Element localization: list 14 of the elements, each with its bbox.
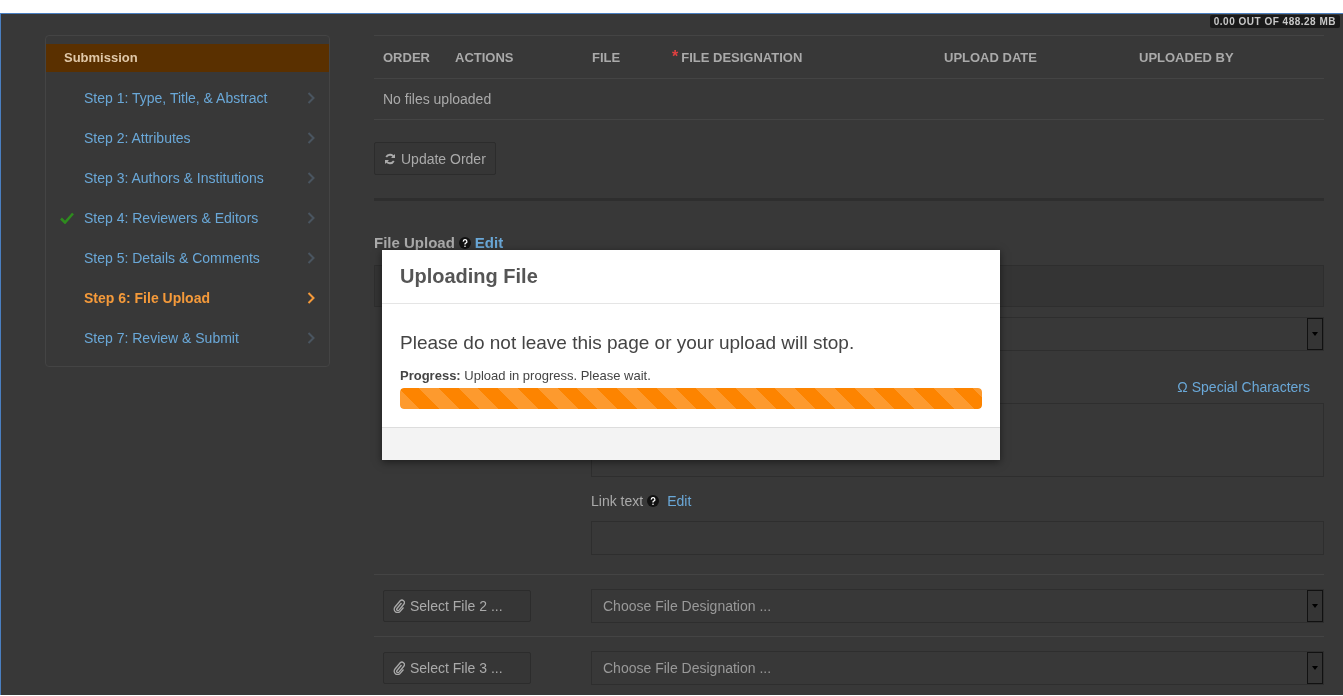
field-label: Link text (591, 493, 644, 509)
column-header: ORDER (383, 49, 431, 65)
column-header: UPLOAD DATE (944, 49, 1038, 65)
column-header: FILE (592, 49, 622, 65)
empty-message: No files uploaded (374, 79, 1324, 120)
storage-badge: 0.00 OUT OF 488.28 MB (1209, 15, 1340, 28)
column-header: UPLOADED BY (1139, 49, 1235, 65)
column-header: * FILE DESIGNATION (672, 48, 804, 66)
dialog-title: Uploading File (382, 250, 1000, 304)
dialog-message: Please do not leave this page or your upload will stop. (400, 332, 856, 354)
section-title: File Upload (374, 234, 455, 251)
column-header: ACTIONS (455, 49, 515, 65)
sidebar-header: Submission (46, 44, 329, 72)
progress-status: Progress: Upload in progress. Please wait. (400, 368, 652, 383)
